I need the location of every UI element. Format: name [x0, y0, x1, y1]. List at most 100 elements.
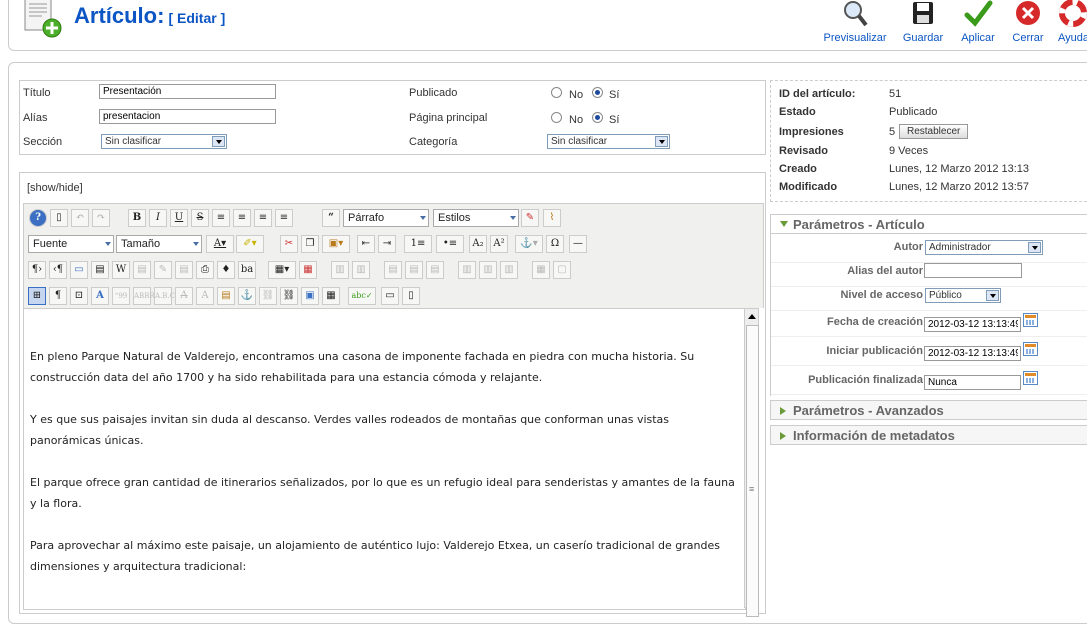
image-icon[interactable]: ▣ [301, 287, 319, 305]
insert-disabled-icon[interactable]: ▤ [175, 261, 193, 279]
alias-input[interactable] [99, 109, 276, 124]
indent-icon[interactable]: ⇥ [378, 235, 396, 253]
text-color-icon[interactable]: A▾ [206, 235, 234, 253]
copy-icon[interactable]: ❐ [301, 235, 319, 253]
article-params-header[interactable]: Parámetros - Artículo [770, 214, 1087, 234]
replace-icon[interactable]: ba [238, 261, 256, 279]
show-hide-toggle[interactable]: [show/hide] [27, 182, 83, 194]
subscript-icon[interactable]: A₂ [469, 235, 487, 253]
numbered-list-icon[interactable]: 1≡ [404, 235, 432, 253]
unlink-icon[interactable]: ⛓ [259, 287, 277, 305]
scroll-up-icon[interactable] [748, 314, 756, 319]
delete-row-icon[interactable]: ▤ [426, 261, 444, 279]
paste-icon[interactable]: ▣▾ [322, 235, 350, 253]
delete-text-icon[interactable]: A [175, 287, 193, 305]
anchor-icon[interactable]: ⚓ [238, 287, 256, 305]
redo-icon[interactable]: ↷ [92, 209, 110, 227]
scrollbar-thumb[interactable] [746, 325, 759, 617]
published-no-radio[interactable] [551, 87, 562, 98]
anchor-disabled-icon[interactable]: ⚓▾ [515, 235, 543, 253]
row-props-icon[interactable]: ▥ [331, 261, 349, 279]
calendar-icon[interactable] [1023, 313, 1038, 327]
help-button[interactable]: Ayuda [1058, 0, 1087, 44]
insert-col-before-icon[interactable]: ▥ [458, 261, 476, 279]
access-select[interactable]: Público [925, 288, 1001, 303]
paste-text-icon[interactable]: ▤ [91, 261, 109, 279]
cleanup-broom-icon[interactable]: ⌇ [543, 209, 561, 227]
find-icon[interactable]: ♦ [217, 261, 235, 279]
align-left-icon[interactable]: ≡ [254, 209, 272, 227]
author-select[interactable]: Administrador [925, 240, 1043, 255]
eraser-icon[interactable]: ✎ [521, 209, 539, 227]
align-right-icon[interactable]: ≡ [275, 209, 293, 227]
superscript-icon[interactable]: A² [490, 235, 508, 253]
editor-scrollbar[interactable]: ≡ [744, 308, 759, 617]
cut-icon[interactable]: ✂ [280, 235, 298, 253]
read-more-icon[interactable]: ▯ [402, 287, 420, 305]
special-char-icon[interactable]: Ω [546, 235, 564, 253]
metadata-header[interactable]: Información de metadatos [770, 425, 1087, 445]
section-select[interactable]: Sin clasificar [101, 134, 227, 149]
category-select[interactable]: Sin clasificar [547, 134, 670, 149]
created-date-input[interactable] [924, 317, 1021, 332]
spellcheck-icon[interactable]: abc✓ [348, 287, 376, 305]
insert-row-after-icon[interactable]: ▤ [405, 261, 423, 279]
acronym-icon[interactable]: A.B.C [154, 287, 175, 305]
publish-down-input[interactable] [924, 375, 1021, 390]
fullscreen-icon[interactable]: ▭ [70, 261, 88, 279]
preview-button[interactable]: Previsualizar [822, 0, 888, 44]
help-icon[interactable]: ? [29, 209, 47, 227]
save-button[interactable]: Guardar [900, 0, 946, 44]
calendar-icon[interactable] [1023, 342, 1038, 356]
title-input[interactable] [99, 84, 276, 99]
format-select[interactable]: Párrafo [343, 209, 429, 227]
editor-content[interactable]: En pleno Parque Natural de Valderejo, en… [23, 308, 746, 610]
published-yes-radio[interactable] [592, 87, 603, 98]
edit-disabled-icon[interactable]: ✎ [154, 261, 172, 279]
publish-up-input[interactable] [924, 346, 1021, 361]
apply-button[interactable]: Aplicar [957, 0, 999, 44]
new-document-icon[interactable]: ▯ [50, 209, 68, 227]
insert-text-icon[interactable]: A [196, 287, 214, 305]
visual-aid-icon[interactable]: ⊞ [28, 287, 46, 305]
cell-props-icon[interactable]: ▥ [352, 261, 370, 279]
insert-col-after-icon[interactable]: ▥ [479, 261, 497, 279]
styles-select[interactable]: Estilos [433, 209, 519, 227]
ltr-icon[interactable]: ¶› [28, 261, 46, 279]
undo-icon[interactable]: ↶ [71, 209, 89, 227]
show-blocks-icon[interactable]: ¶ [49, 287, 67, 305]
insert-row-before-icon[interactable]: ▤ [384, 261, 402, 279]
calendar-icon[interactable] [1023, 371, 1038, 385]
page-break-icon[interactable]: ▭ [381, 287, 399, 305]
split-cells-icon[interactable]: ▦ [532, 261, 550, 279]
horizontal-rule-icon[interactable]: — [569, 235, 587, 253]
bullet-list-icon[interactable]: •≡ [436, 235, 464, 253]
author-alias-input[interactable] [924, 263, 1022, 278]
advanced-params-header[interactable]: Parámetros - Avanzados [770, 400, 1087, 420]
font-select[interactable]: Fuente [28, 235, 114, 253]
template-disabled-icon[interactable]: ▤ [133, 261, 151, 279]
abbr-icon[interactable]: ABBR [133, 287, 155, 305]
paste-word-icon[interactable]: W [112, 261, 130, 279]
reset-hits-button[interactable]: Restablecer [899, 124, 969, 139]
frontpage-yes-radio[interactable] [592, 112, 603, 123]
highlight-color-icon[interactable]: ✐▾ [236, 235, 264, 253]
blockquote-icon[interactable]: “ [322, 209, 340, 227]
align-justify-icon[interactable]: ≡ [212, 209, 230, 227]
media-icon[interactable]: ▦ [322, 287, 340, 305]
insert-table-icon[interactable]: ▦▾ [268, 261, 296, 279]
size-select[interactable]: Tamaño [116, 235, 202, 253]
attributes-icon[interactable]: ▤ [217, 287, 235, 305]
cite-icon[interactable]: “99 [112, 287, 130, 305]
align-center-icon[interactable]: ≡ [233, 209, 251, 227]
styles-props-icon[interactable]: A [91, 287, 109, 305]
strikethrough-icon[interactable]: S [191, 209, 209, 227]
outdent-icon[interactable]: ⇤ [357, 235, 375, 253]
italic-icon[interactable]: I [149, 209, 167, 227]
frontpage-no-radio[interactable] [551, 112, 562, 123]
delete-table-icon[interactable]: ▦ [299, 261, 317, 279]
merge-cells-icon[interactable]: ▢ [553, 261, 571, 279]
print-icon[interactable]: ⎙ [196, 261, 214, 279]
insert-layer-icon[interactable]: ⊡ [70, 287, 88, 305]
delete-col-icon[interactable]: ▥ [500, 261, 518, 279]
